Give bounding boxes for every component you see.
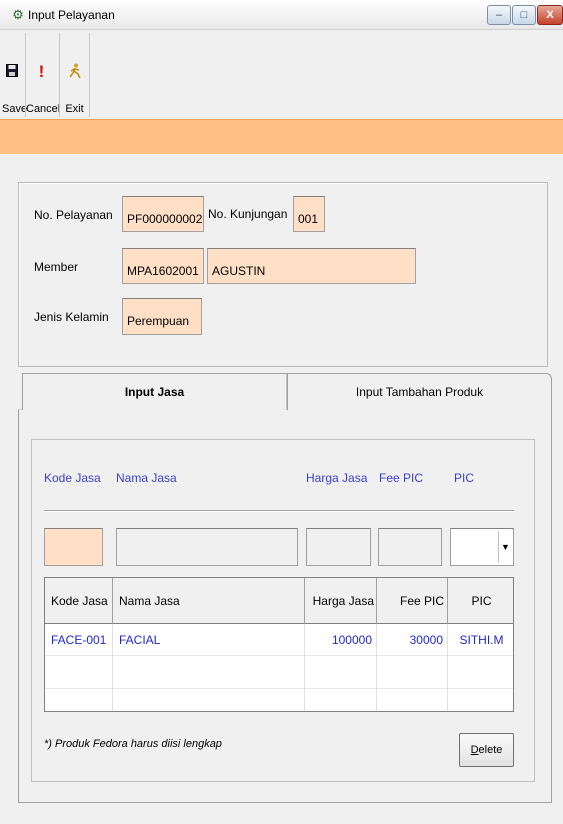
member-code-field[interactable]: MPA1602001	[122, 248, 204, 284]
cell-nama-jasa[interactable]: FACIAL	[113, 624, 305, 656]
exclamation-icon: !	[38, 62, 45, 81]
empty-cell[interactable]	[305, 656, 377, 689]
floppy-disk-icon	[2, 63, 22, 81]
empty-cell[interactable]	[45, 689, 113, 711]
cell-harga-jasa[interactable]: 100000	[305, 624, 377, 656]
app-window: ⚙ Input Pelayanan – □ X Save ! Cancel Ex…	[0, 0, 563, 824]
delete-label-rest: elete	[478, 744, 503, 756]
empty-cell[interactable]	[305, 689, 377, 711]
no-kunjungan-field[interactable]: 001	[293, 196, 325, 232]
chevron-down-icon[interactable]: ▼	[498, 531, 512, 563]
pic-label: PIC	[454, 471, 475, 485]
fee-pic-input[interactable]	[378, 528, 442, 566]
jasa-grid[interactable]: Kode Jasa Nama Jasa Harga Jasa Fee PIC P…	[44, 577, 514, 712]
title-bar: ⚙ Input Pelayanan – □ X	[0, 0, 563, 30]
exit-button[interactable]: Exit	[59, 33, 89, 117]
nama-jasa-label: Nama Jasa	[116, 471, 177, 485]
column-header-kode-jasa[interactable]: Kode Jasa	[45, 578, 113, 624]
toolbar-divider	[89, 33, 90, 117]
empty-cell[interactable]	[377, 689, 448, 711]
jenis-kelamin-field[interactable]: Perempuan	[122, 298, 202, 335]
empty-cell[interactable]	[45, 656, 113, 689]
empty-cell[interactable]	[113, 656, 305, 689]
delete-label-accesskey: D	[470, 744, 479, 756]
cancel-button[interactable]: ! Cancel	[25, 33, 61, 117]
nama-jasa-input[interactable]	[116, 528, 298, 566]
no-kunjungan-label: No. Kunjungan	[208, 207, 288, 221]
tab-input-jasa[interactable]: Input Jasa	[22, 373, 287, 410]
form-note: *) Produk Fedora harus diisi lengkap	[44, 738, 222, 750]
harga-jasa-label: Harga Jasa	[306, 471, 368, 485]
cell-kode-jasa[interactable]: FACE-001	[45, 624, 113, 656]
save-label: Save	[2, 103, 28, 115]
empty-cell[interactable]	[113, 689, 305, 711]
close-button[interactable]: X	[537, 5, 563, 25]
minimize-button[interactable]: –	[487, 5, 511, 25]
empty-cell[interactable]	[448, 689, 513, 711]
tab-input-tambahan-produk[interactable]: Input Tambahan Produk	[287, 373, 552, 410]
exit-label: Exit	[65, 103, 84, 115]
jenis-kelamin-label: Jenis Kelamin	[34, 310, 109, 324]
empty-cell[interactable]	[448, 656, 513, 689]
cancel-label: Cancel	[26, 103, 61, 115]
divider	[44, 510, 514, 512]
kode-jasa-label: Kode Jasa	[44, 471, 101, 485]
save-button[interactable]: Save	[2, 33, 28, 117]
cell-fee-pic[interactable]: 30000	[377, 624, 448, 656]
member-label: Member	[34, 260, 79, 274]
kode-jasa-input[interactable]	[44, 528, 103, 566]
window-title: Input Pelayanan	[28, 8, 115, 22]
member-name-field[interactable]: AGUSTIN	[207, 248, 416, 284]
no-pelayanan-label: No. Pelayanan	[34, 208, 113, 222]
cell-pic[interactable]: SITHI.M	[448, 624, 513, 656]
no-pelayanan-field[interactable]: PF000000002	[122, 196, 204, 232]
column-header-pic[interactable]: PIC	[448, 578, 513, 624]
harga-jasa-input[interactable]	[306, 528, 371, 566]
fee-pic-label: Fee PIC	[379, 471, 424, 485]
status-strip	[0, 119, 563, 154]
toolbar: Save ! Cancel Exit	[0, 31, 563, 119]
delete-button[interactable]: Delete	[459, 733, 514, 767]
running-man-icon	[60, 63, 89, 81]
maximize-button[interactable]: □	[512, 5, 536, 25]
column-header-fee-pic[interactable]: Fee PIC	[377, 578, 448, 624]
settings-gear-icon: ⚙	[12, 7, 24, 22]
empty-cell[interactable]	[377, 656, 448, 689]
column-header-nama-jasa[interactable]: Nama Jasa	[113, 578, 305, 624]
column-header-harga-jasa[interactable]: Harga Jasa	[305, 578, 377, 624]
